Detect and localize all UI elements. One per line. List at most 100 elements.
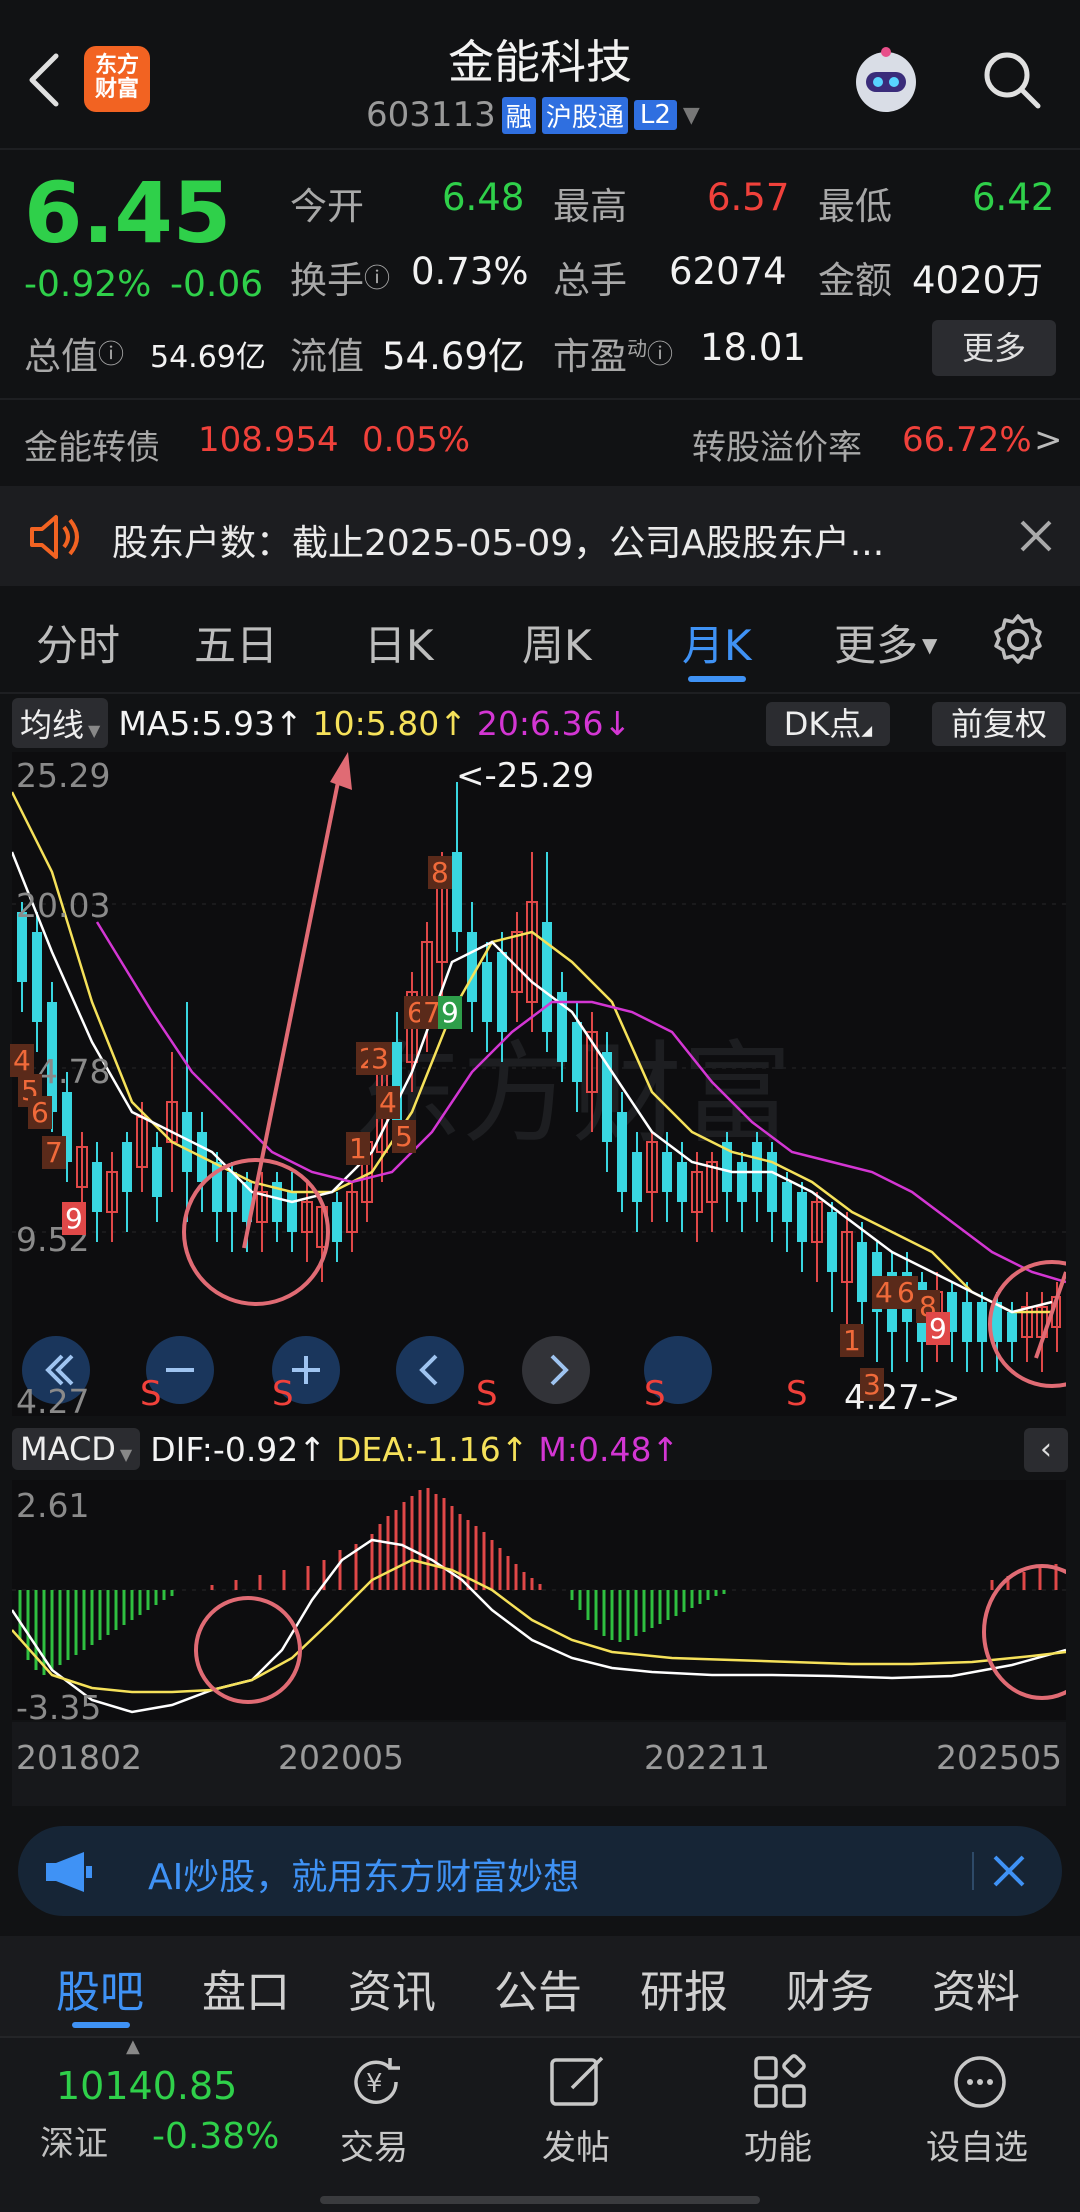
stock-code: 603113 (366, 95, 496, 135)
volume-value: 62074 (669, 250, 787, 293)
td-digit: 3 (860, 1368, 884, 1401)
tab-guba[interactable]: 股吧 (56, 1956, 144, 2020)
info-icon[interactable]: ⓘ (647, 340, 673, 370)
high-label: 最高 (553, 185, 627, 228)
close-icon[interactable] (990, 1852, 1028, 1890)
gear-icon[interactable] (990, 612, 1046, 668)
volume-label: 总手 (553, 259, 627, 302)
sell-mark: S (644, 1374, 666, 1414)
td-digit: 4 (872, 1276, 896, 1309)
index-value[interactable]: 10140.85 (56, 2064, 237, 2108)
trade-icon[interactable]: ¥ (344, 2050, 408, 2114)
pe-value: 18.01 (700, 326, 806, 369)
premium-value: 66.72% (902, 420, 1032, 460)
caret-up-icon: ▲ (126, 2036, 140, 2057)
td-digit: 9 (438, 996, 462, 1029)
y-label-bottom: 4.27 (16, 1382, 90, 1421)
function-label: 功能 (744, 2128, 812, 2168)
ma5-value: MA5:5.93↑ (118, 704, 302, 743)
td-digit: 5 (392, 1120, 416, 1153)
tab-daily-k[interactable]: 日K (364, 612, 434, 673)
tab-finance[interactable]: 财务 (786, 1956, 874, 2020)
tab-profile[interactable]: 资料 (932, 1956, 1020, 2020)
more-button[interactable]: 更多 (932, 320, 1056, 376)
premium-arrow-icon[interactable]: > (1034, 420, 1063, 460)
tab-monthly-k[interactable]: 月K (682, 612, 752, 673)
robot-avatar-icon[interactable] (846, 42, 926, 122)
td-digit: 6 (28, 1096, 52, 1129)
search-icon[interactable] (980, 48, 1044, 112)
k-line-chart[interactable]: 东方财富 (12, 752, 1066, 1416)
caret-down-icon: ▼ (119, 1445, 133, 1464)
tab-more-label: 更多 (834, 621, 919, 670)
macd-chart[interactable] (12, 1480, 1066, 1720)
tab-weekly-k[interactable]: 周K (522, 612, 592, 673)
speaker-icon (28, 512, 82, 562)
amount-label: 金额 (818, 259, 892, 302)
svg-text:¥: ¥ (366, 2069, 383, 2099)
float-value: 54.69亿 (382, 335, 525, 378)
stock-code-row[interactable]: 603113 融 沪股通 L2 ▼ (366, 94, 700, 136)
post-label: 发帖 (542, 2128, 610, 2168)
m-value: M:0.48↑ (538, 1430, 679, 1469)
x-label-4: 202505 (936, 1738, 1062, 1777)
change-percent: -0.92% (24, 264, 152, 305)
tab-news[interactable]: 资讯 (348, 1956, 436, 2020)
tab-five-day[interactable]: 五日 (194, 612, 278, 673)
sell-mark: S (786, 1374, 808, 1414)
adjust-button[interactable]: 前复权 (932, 702, 1066, 746)
mktcap-value: 54.69亿 (150, 340, 266, 375)
info-icon[interactable]: ⓘ (98, 340, 124, 370)
tab-pankou[interactable]: 盘口 (202, 1956, 290, 2020)
low-label: 最低 (818, 185, 892, 228)
td-digit: 3 (368, 1042, 392, 1075)
ai-banner[interactable]: AI炒股，就用东方财富妙想 (18, 1826, 1062, 1916)
up-arrow-icon: ↑ (274, 703, 303, 743)
home-indicator (320, 2196, 760, 2204)
up-arrow-icon: ↑ (298, 1429, 326, 1469)
divider-line (972, 1852, 974, 1890)
y-label-top: 25.29 (16, 756, 111, 795)
dk-button[interactable]: DK点◢ (766, 702, 890, 746)
ma-selector-label: 均线 (20, 706, 85, 744)
x-label-1: 201802 (16, 1738, 142, 1777)
bond-price: 108.954 (198, 420, 339, 460)
notice-bar[interactable]: 股东户数：截止2025-05-09，公司A股股东户... (0, 486, 1080, 586)
tab-announcements[interactable]: 公告 (494, 1956, 582, 2020)
tab-intraday[interactable]: 分时 (36, 612, 120, 673)
open-value: 6.48 (442, 176, 525, 219)
tab-research[interactable]: 研报 (640, 1956, 728, 2020)
dea-value: DEA:-1.16↑ (336, 1430, 528, 1469)
close-icon[interactable] (1016, 516, 1056, 556)
top-header: 东方 财富 金能科技 603113 融 沪股通 L2 ▼ (0, 0, 1080, 148)
badge-hgt: 沪股通 (541, 96, 628, 134)
bond-name[interactable]: 金能转债 (24, 420, 160, 469)
down-arrow-icon: ↓ (603, 703, 632, 743)
y-label-2: 20.03 (16, 886, 111, 925)
badge-margin: 融 (501, 96, 536, 134)
ai-banner-text: AI炒股，就用东方财富妙想 (148, 1857, 580, 1898)
caret-down-icon: ▼ (88, 721, 101, 740)
function-icon[interactable] (748, 2050, 812, 2114)
up-arrow-icon: ↑ (439, 703, 467, 743)
tab-active-indicator (688, 676, 746, 682)
turnover-label: 换手ⓘ (290, 250, 390, 304)
macd-selector-label: MACD (20, 1430, 116, 1468)
corner-triangle-icon: ◢ (861, 723, 873, 739)
td-digit: 6 (894, 1276, 918, 1309)
tab-active-indicator (72, 2022, 130, 2028)
sell-mark: S (140, 1374, 162, 1414)
turnover-value: 0.73% (411, 250, 529, 293)
megaphone-icon (44, 1850, 94, 1894)
td-digit: 4 (376, 1086, 400, 1119)
tab-more[interactable]: 更多 ▼ (834, 612, 937, 673)
ma-selector[interactable]: 均线 ▼ (12, 698, 109, 748)
td-digit: 7 (42, 1136, 66, 1169)
add-watchlist-icon[interactable] (948, 2050, 1012, 2114)
collapse-chevron-icon[interactable]: ‹ (1024, 1428, 1068, 1472)
macd-selector[interactable]: MACD ▼ (12, 1428, 141, 1470)
post-icon[interactable] (546, 2050, 610, 2114)
bond-pct: 0.05% (362, 420, 471, 460)
info-icon[interactable]: ⓘ (364, 264, 390, 294)
x-axis (12, 1722, 1066, 1806)
